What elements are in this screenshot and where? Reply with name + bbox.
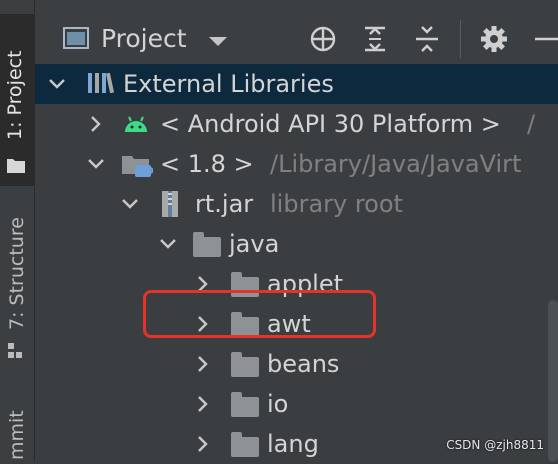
project-tree: External Libraries < Android API 30 Plat… (35, 64, 558, 462)
tree-node-io[interactable]: io (35, 384, 558, 424)
jar-archive-icon (162, 191, 178, 217)
commit-tab-label[interactable]: mmit (6, 410, 28, 460)
annotation-highlight (143, 290, 376, 338)
structure-icon (8, 343, 22, 358)
tree-node-label: rt.jar (195, 190, 254, 218)
chevron-right-icon[interactable] (193, 354, 213, 374)
chevron-down-icon[interactable] (158, 234, 178, 254)
chevron-right-icon[interactable] (193, 394, 213, 414)
toolbar-divider (460, 20, 461, 58)
chevron-right-icon[interactable] (86, 114, 106, 134)
tree-node-label: beans (267, 350, 340, 378)
project-header: Project (35, 14, 558, 64)
tree-node-hint: library root (270, 190, 403, 218)
folder-icon (7, 159, 25, 173)
android-icon (125, 116, 147, 132)
gear-icon[interactable] (479, 24, 509, 54)
tree-node-label: < 1.8 > (160, 150, 254, 178)
tree-node-android-sdk[interactable]: < Android API 30 Platform > / (35, 104, 558, 144)
tool-window-strip: 1: Project 7: Structure mmit (0, 0, 35, 462)
expand-all-icon[interactable] (360, 24, 390, 54)
watermark: CSDN @zjh8811 (446, 438, 544, 452)
package-folder-icon (193, 232, 221, 257)
chevron-down-icon[interactable] (86, 154, 106, 174)
package-folder-icon (231, 352, 259, 377)
project-view-title[interactable]: Project (101, 24, 187, 53)
library-icon (88, 72, 115, 94)
package-folder-icon (231, 392, 259, 417)
tree-node-rt-jar[interactable]: rt.jar library root (35, 184, 558, 224)
chevron-right-icon[interactable] (193, 434, 213, 454)
locate-icon[interactable] (308, 24, 338, 54)
collapse-all-icon[interactable] (412, 24, 442, 54)
top-strip (0, 0, 558, 15)
jdk-folder-icon (122, 156, 153, 177)
project-tab-label[interactable]: 1: Project (4, 50, 26, 140)
chevron-down-icon[interactable] (47, 74, 67, 94)
tree-node-label: External Libraries (123, 70, 334, 98)
tree-node-external-libraries[interactable]: External Libraries (35, 64, 558, 104)
tree-node-path: / (527, 110, 536, 138)
tree-node-label: java (229, 230, 280, 258)
tree-node-path: /Library/Java/JavaVirt (270, 150, 522, 178)
structure-tab-label[interactable]: 7: Structure (6, 217, 28, 330)
vertical-scrollbar[interactable] (548, 300, 558, 462)
chevron-down-icon[interactable] (209, 37, 227, 46)
tree-node-label: < Android API 30 Platform > (160, 110, 501, 138)
project-window-icon (63, 27, 89, 49)
tree-node-label: io (267, 390, 289, 418)
tree-node-beans[interactable]: beans (35, 344, 558, 384)
tree-node-label: lang (267, 430, 319, 458)
tree-node-java[interactable]: java (35, 224, 558, 264)
package-folder-icon (231, 432, 259, 457)
project-tool-tab[interactable]: 1: Project (0, 14, 34, 186)
hide-icon[interactable] (531, 24, 558, 54)
chevron-down-icon[interactable] (120, 194, 140, 214)
tree-node-jdk[interactable]: < 1.8 > /Library/Java/JavaVirt (35, 144, 558, 184)
